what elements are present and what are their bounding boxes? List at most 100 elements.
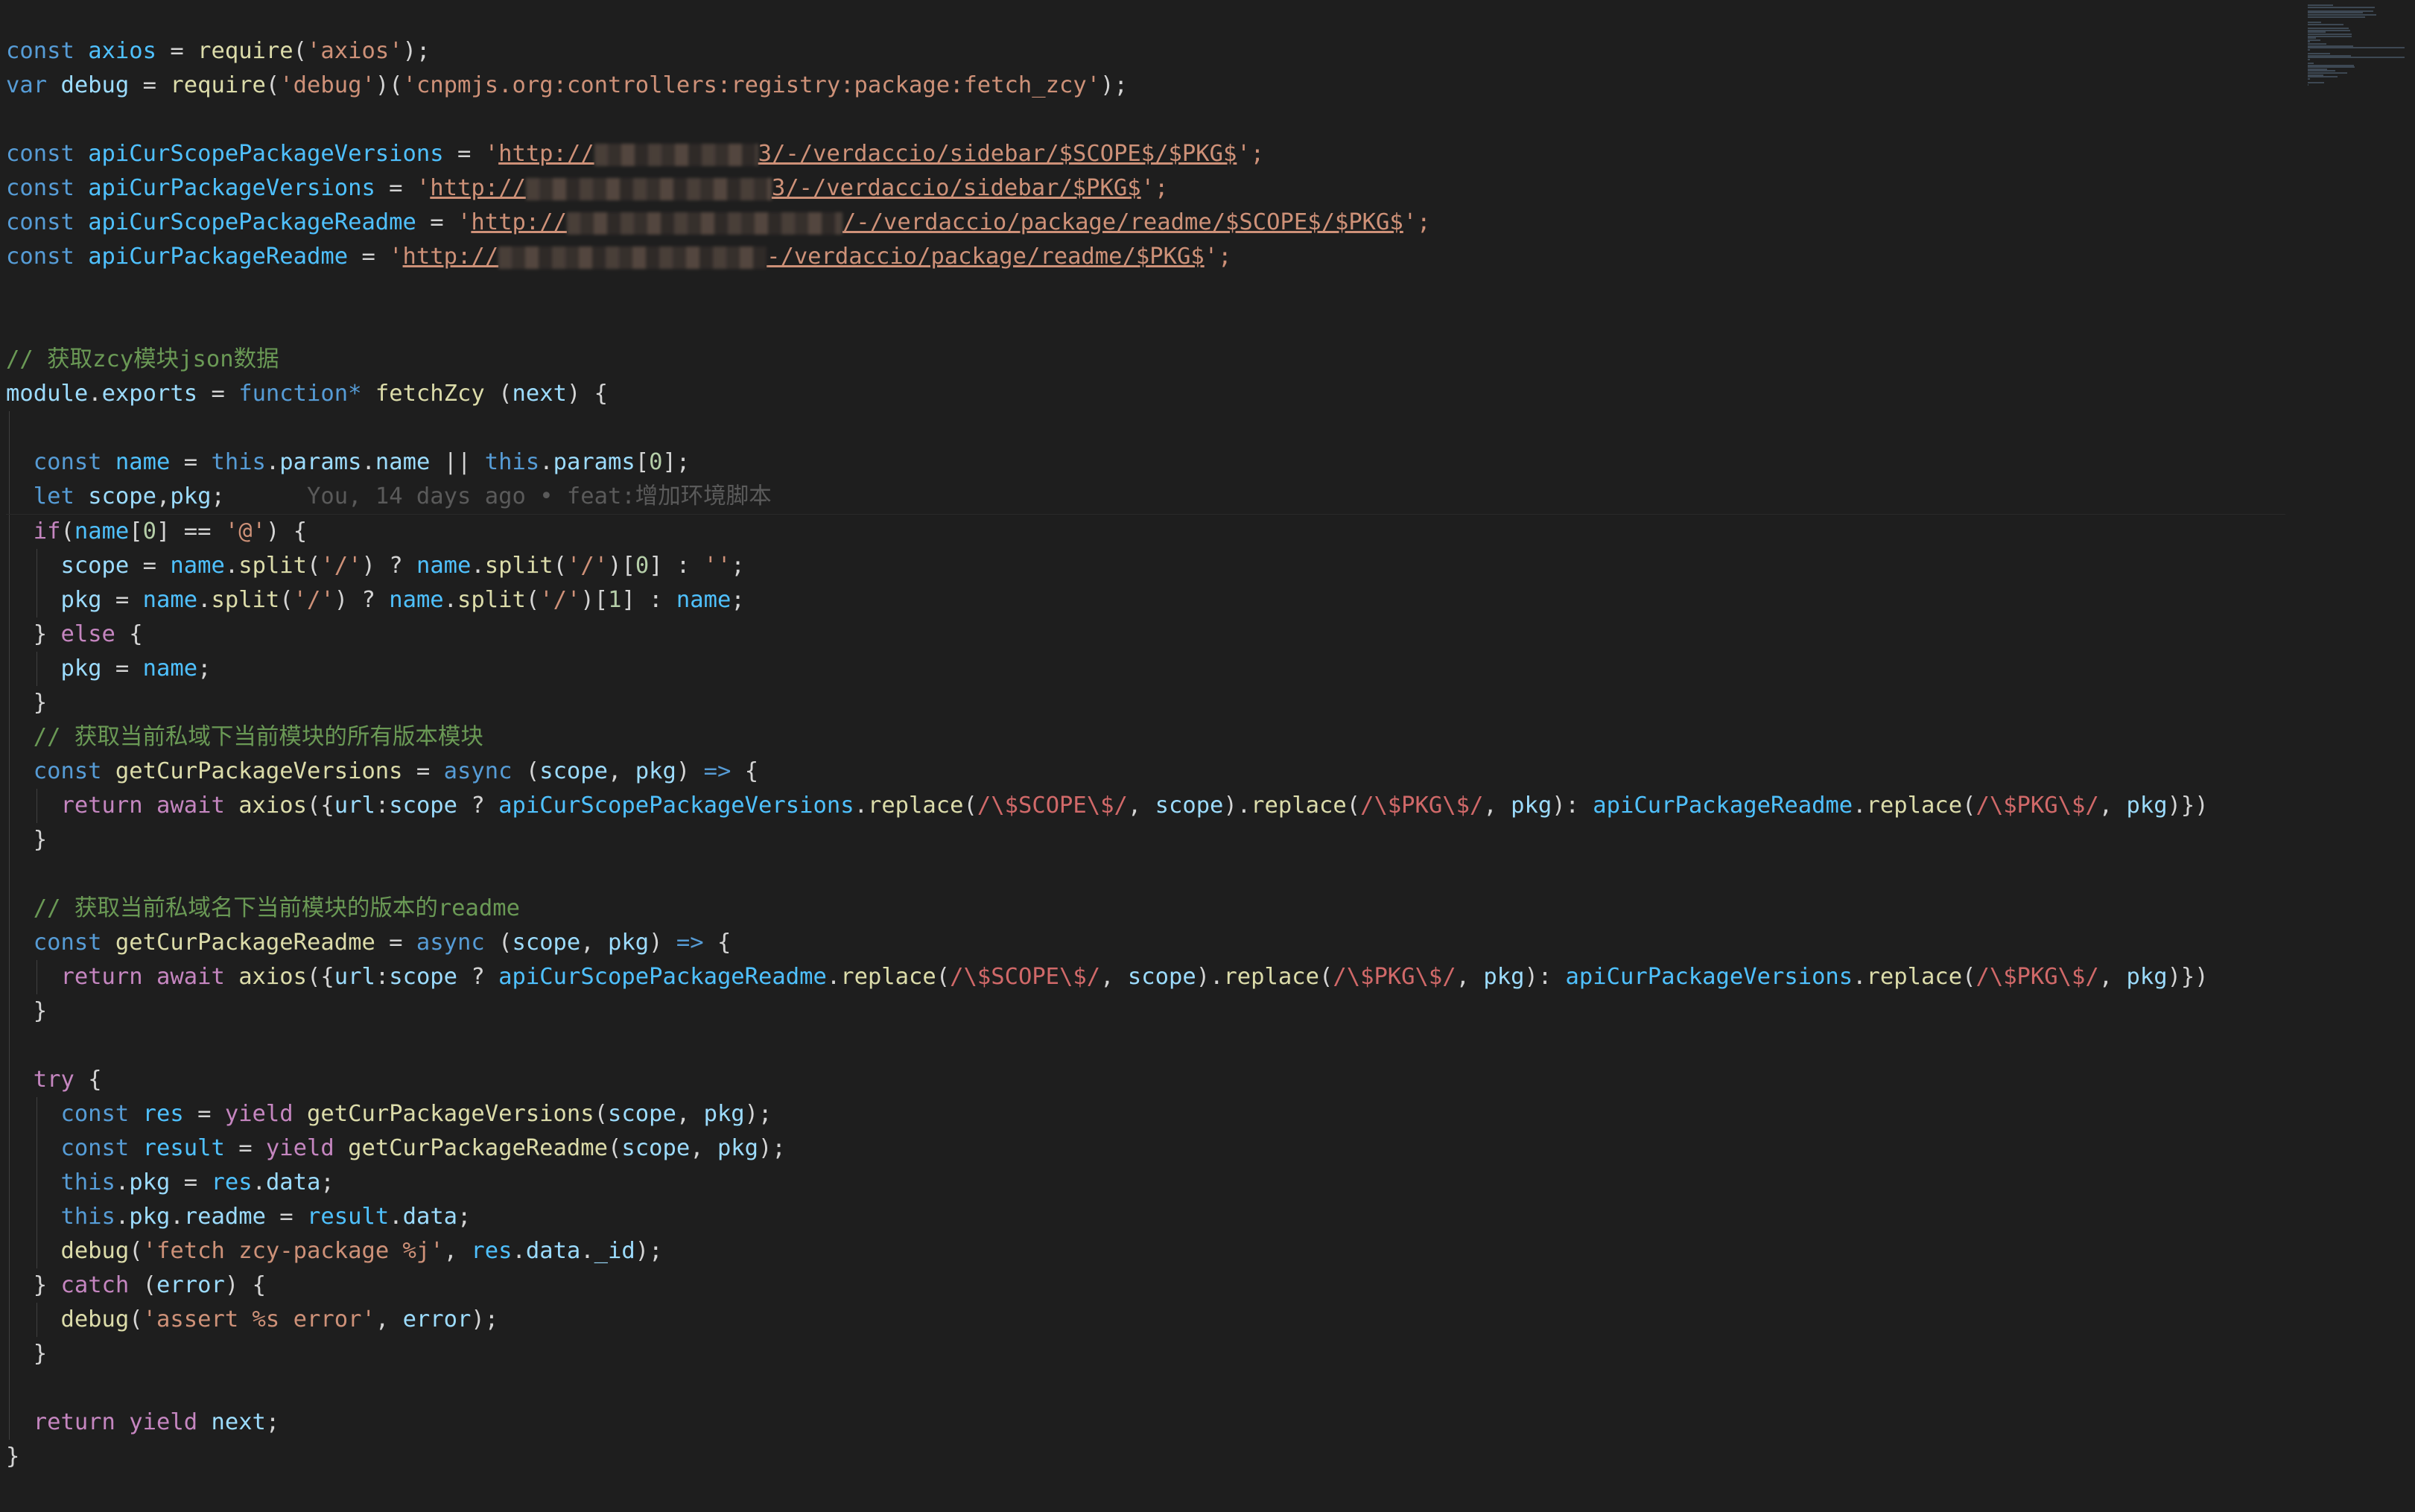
code-token: = xyxy=(101,655,143,682)
code-line[interactable]: return yield next; xyxy=(6,1405,2285,1440)
indent-guide xyxy=(9,789,10,823)
minimap-line xyxy=(2308,6,2376,8)
code-token: name xyxy=(416,553,472,579)
code-line[interactable]: scope = name.split('/') ? name.split('/'… xyxy=(6,549,2285,583)
code-token: module xyxy=(6,381,89,407)
code-area[interactable]: const axios = require('axios'); var debug… xyxy=(6,34,2285,1474)
code-token: } xyxy=(6,1443,20,1470)
code-line[interactable]: const apiCurScopePackageReadme = 'http:/… xyxy=(6,206,2285,240)
code-line[interactable]: var debug = require('debug')('cnpmjs.org… xyxy=(6,69,2285,103)
code-line[interactable] xyxy=(6,857,2285,892)
code-token: , xyxy=(1100,964,1128,990)
code-line[interactable]: debug('fetch zcy-package %j', res.data._… xyxy=(6,1234,2285,1268)
code-token: /\$PKG\$/ xyxy=(1333,964,1456,990)
code-token: . xyxy=(170,1204,184,1230)
code-token: [ xyxy=(635,449,650,475)
code-line[interactable]: const apiCurPackageReadme = 'http:// -/ve… xyxy=(6,240,2285,274)
code-token: pkg xyxy=(717,1135,759,1161)
minimap-line xyxy=(2308,58,2311,60)
code-token: = xyxy=(170,449,212,475)
code-token: scope xyxy=(621,1135,691,1161)
code-token: ' xyxy=(416,175,431,201)
code-line[interactable]: } xyxy=(6,1337,2285,1371)
code-token: = xyxy=(197,381,239,407)
code-line[interactable]: if(name[0] == '@') { xyxy=(6,515,2285,549)
code-line[interactable] xyxy=(6,274,2285,308)
code-line[interactable]: // 获取当前私域下当前模块的所有版本模块 xyxy=(6,720,2285,755)
code-line[interactable] xyxy=(6,1371,2285,1405)
code-token: getCurPackageReadme xyxy=(348,1135,608,1161)
code-token: ). xyxy=(1196,964,1224,990)
code-token: pkg xyxy=(129,1204,171,1230)
code-line[interactable]: const getCurPackageReadme = async (scope… xyxy=(6,926,2285,960)
code-line[interactable]: pkg = name.split('/') ? name.split('/')[… xyxy=(6,583,2285,617)
code-token: yield xyxy=(224,1101,308,1127)
code-token: /\$PKG\$/ xyxy=(1976,964,2099,990)
code-line[interactable] xyxy=(6,308,2285,343)
code-token: replace xyxy=(1223,964,1319,990)
code-token: , xyxy=(2098,792,2127,819)
code-token: ( xyxy=(553,553,567,579)
minimap-line xyxy=(2308,48,2311,51)
code-line[interactable]: const axios = require('axios'); xyxy=(6,34,2285,69)
code-token: apiCurPackageVersions xyxy=(1565,964,1853,990)
minimap-line xyxy=(2308,57,2405,59)
code-line[interactable]: const name = this.params.name || this.pa… xyxy=(6,445,2285,480)
code-token: apiCurScopePackageReadme xyxy=(498,964,827,990)
code-token: , xyxy=(608,758,635,784)
indent-guide xyxy=(9,1234,10,1268)
code-token: . xyxy=(88,381,102,407)
code-line[interactable]: // 获取zcy模块json数据 xyxy=(6,343,2285,377)
code-line[interactable]: module.exports = function* fetchZcy (nex… xyxy=(6,377,2285,411)
code-token: function xyxy=(238,381,349,407)
code-line[interactable]: } xyxy=(6,994,2285,1029)
code-line[interactable]: // 获取当前私域名下当前模块的版本的readme xyxy=(6,892,2285,926)
code-token: } xyxy=(33,690,48,716)
code-line[interactable]: pkg = name; xyxy=(6,652,2285,686)
code-line[interactable]: } catch (error) { xyxy=(6,1268,2285,1303)
code-token: res xyxy=(211,1169,253,1195)
code-token: . xyxy=(443,587,458,613)
code-line[interactable]: return await axios({url:scope ? apiCurSc… xyxy=(6,960,2285,994)
code-token: 'debug' xyxy=(279,72,375,98)
code-token: pkg xyxy=(1511,792,1552,819)
code-token: getCurPackageReadme xyxy=(115,930,375,956)
code-line[interactable]: this.pkg.readme = result.data; xyxy=(6,1200,2285,1234)
code-editor[interactable]: const axios = require('axios'); var debug… xyxy=(0,0,2415,1512)
code-token: . xyxy=(1853,964,1867,990)
code-line[interactable]: const getCurPackageVersions = async (sco… xyxy=(6,755,2285,789)
indent-guide xyxy=(9,617,10,652)
code-token: name xyxy=(170,553,225,579)
code-line[interactable]: let scope,pkg; You, 14 days ago • feat:增… xyxy=(6,480,2285,515)
code-token: 0 xyxy=(142,518,157,544)
code-line[interactable]: return await axios({url:scope ? apiCurSc… xyxy=(6,789,2285,823)
minimap-line xyxy=(2308,16,2365,18)
code-line[interactable]: debug('assert %s error', error); xyxy=(6,1303,2285,1337)
code-token: pkg xyxy=(129,1169,171,1195)
minimap-line xyxy=(2308,76,2338,78)
code-line[interactable] xyxy=(6,103,2285,137)
code-line[interactable] xyxy=(6,411,2285,445)
code-line[interactable]: const res = yield getCurPackageVersions(… xyxy=(6,1097,2285,1131)
minimap[interactable] xyxy=(2303,0,2415,1512)
indent-guide xyxy=(9,583,10,617)
code-token: [ xyxy=(129,518,143,544)
code-line[interactable]: } xyxy=(6,823,2285,857)
code-token: '/' xyxy=(566,553,609,579)
code-token: url xyxy=(334,792,375,819)
code-token: = xyxy=(224,1135,266,1161)
code-line[interactable]: const apiCurPackageVersions = 'http:// 3/… xyxy=(6,171,2285,206)
code-line[interactable]: try { xyxy=(6,1063,2285,1097)
code-line[interactable]: } xyxy=(6,686,2285,720)
code-line[interactable]: const apiCurScopePackageVersions = 'http… xyxy=(6,137,2285,171)
code-line[interactable] xyxy=(6,1029,2285,1063)
code-token: 0 xyxy=(649,449,663,475)
code-line[interactable]: } xyxy=(6,1440,2285,1474)
code-token: params xyxy=(279,449,362,475)
code-line[interactable]: this.pkg = res.data; xyxy=(6,1166,2285,1200)
code-line[interactable]: const result = yield getCurPackageReadme… xyxy=(6,1131,2285,1166)
code-line[interactable]: } else { xyxy=(6,617,2285,652)
code-token: require xyxy=(170,72,266,98)
